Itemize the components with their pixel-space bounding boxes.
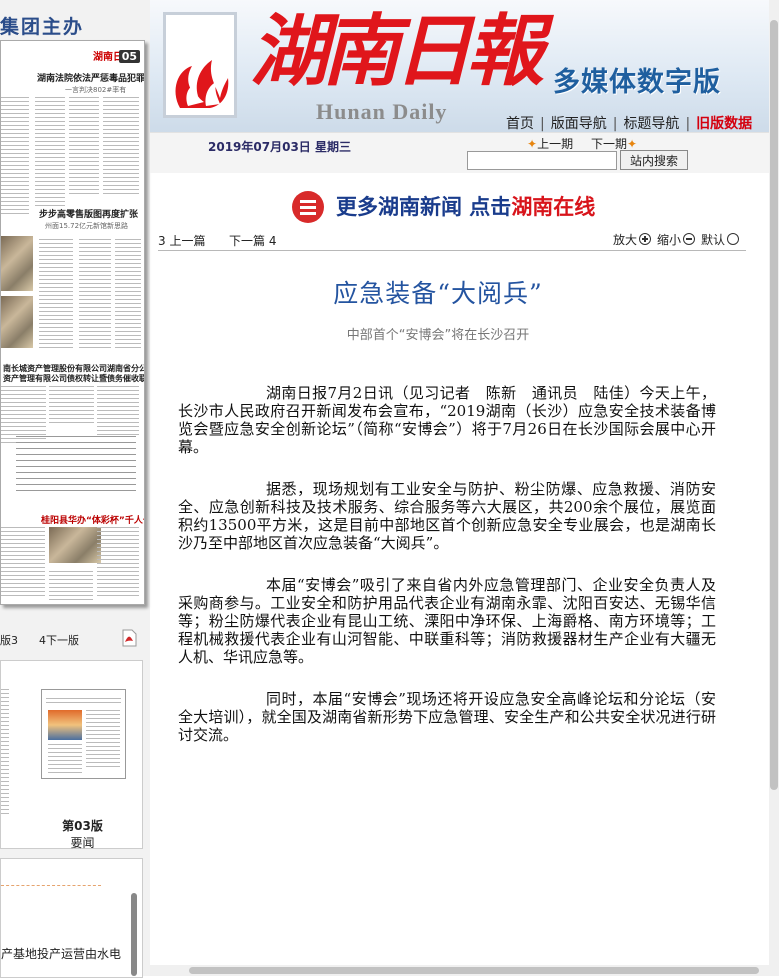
thumb-page-number: 05 bbox=[118, 50, 140, 63]
thumb-text-column bbox=[35, 97, 65, 207]
thumb-text-column bbox=[79, 239, 111, 349]
article-title: 应急装备“大阅兵” bbox=[333, 279, 543, 308]
news-list-box: 产基地投产运营由水电 bbox=[0, 858, 143, 978]
star-icon: ✦ bbox=[527, 137, 538, 151]
vertical-scrollbar-thumb[interactable] bbox=[770, 20, 778, 790]
thumb-text-column bbox=[86, 710, 120, 770]
thumb-text-column bbox=[103, 97, 139, 197]
issue-date: 2019年07月03日 星期三 bbox=[208, 140, 352, 154]
banner-logo-icon bbox=[292, 191, 324, 223]
nav-home[interactable]: 首页 bbox=[506, 116, 534, 132]
flame-logo-icon bbox=[175, 60, 229, 108]
thumb-text-column bbox=[1, 97, 29, 217]
star-icon: ✦ bbox=[627, 137, 638, 151]
article-paragraph: 据悉，现场规划有工业安全与防护、粉尘防爆、应急救援、消防安全、应急创新科技及技术… bbox=[178, 480, 716, 552]
prev-article-link[interactable]: 3 上一篇 bbox=[158, 232, 205, 249]
zoom-reset-button[interactable]: 默认 bbox=[701, 233, 745, 247]
article-body: 湖南日报7月2日讯（见习记者 陈新 通讯员 陆佳）今天上午，长沙市人民政府召开新… bbox=[178, 384, 716, 768]
thumb-headline: 步步高零售版图再度扩张 bbox=[39, 210, 139, 220]
banner-link[interactable]: 湖南在线 bbox=[511, 194, 595, 219]
mini-photo bbox=[48, 710, 82, 740]
left-scrollbar-thumb[interactable] bbox=[131, 893, 137, 976]
thumb-text-column bbox=[1, 527, 45, 597]
prev-page-link[interactable]: 版3 bbox=[0, 632, 18, 648]
thumb-table bbox=[16, 436, 136, 496]
thumb-photo bbox=[1, 236, 33, 291]
mini-page-thumbnail[interactable] bbox=[41, 689, 126, 779]
pdf-icon[interactable] bbox=[121, 629, 137, 647]
page-list-box: 第03版 要闻 bbox=[0, 660, 143, 851]
zoom-out-button[interactable]: 缩小 bbox=[657, 233, 701, 247]
thumb-photo bbox=[1, 296, 33, 348]
thumb-headline-lines bbox=[46, 698, 121, 704]
thumb-text-column bbox=[49, 571, 93, 601]
news-list-item[interactable]: 产基地投产运营由水电 bbox=[1, 945, 121, 962]
thumb-headline: 资产管理有限公司债权转让暨债务催收联合公告 bbox=[3, 374, 145, 383]
thumb-text-column bbox=[97, 527, 139, 597]
nav-old-data[interactable]: 旧版数据 bbox=[696, 116, 752, 132]
horizontal-scrollbar-thumb[interactable] bbox=[189, 967, 759, 974]
article-paragraph: 湖南日报7月2日讯（见习记者 陈新 通讯员 陆佳）今天上午，长沙市人民政府召开新… bbox=[178, 384, 716, 456]
brand-title: 湖南日報 bbox=[250, 6, 544, 97]
thumb-text-column bbox=[48, 744, 82, 774]
thumb-text-column bbox=[39, 239, 73, 349]
zoom-controls: 放大 缩小 默认 bbox=[613, 231, 745, 248]
banner-text: 更多湖南新闻 点击 bbox=[336, 194, 512, 219]
page-thumbnail[interactable]: 湖南日报 05 湖南法院依法严惩毒品犯罪 一言判决802#率有 步步高零售版图再… bbox=[0, 40, 145, 605]
promo-banner[interactable]: 更多湖南新闻 点击湖南在线 bbox=[292, 187, 622, 225]
article-subtitle: 中部首个“安博会”将在长沙召开 bbox=[346, 328, 530, 343]
mini-page-number: 第03版 bbox=[62, 819, 103, 833]
thumb-text-column bbox=[97, 386, 139, 436]
zoom-in-button[interactable]: 放大 bbox=[613, 233, 657, 247]
thumb-text-column bbox=[115, 239, 141, 349]
mini-page-name: 要闻 bbox=[70, 836, 95, 850]
divider bbox=[1, 885, 101, 886]
top-nav: 首页 | 版面导航 | 标题导航 | 旧版数据 bbox=[506, 116, 753, 132]
next-page-link[interactable]: 4下一版 bbox=[39, 632, 79, 648]
thumb-text-column bbox=[49, 386, 94, 426]
prev-issue-link[interactable]: ✦上一期 bbox=[527, 135, 573, 152]
nav-titles[interactable]: 标题导航 bbox=[623, 116, 679, 132]
search-input[interactable] bbox=[467, 151, 617, 170]
search-button[interactable]: 站内搜索 bbox=[620, 150, 688, 170]
group-title: 集团主办 bbox=[0, 16, 85, 38]
thumb-photo bbox=[49, 527, 101, 563]
nav-layout[interactable]: 版面导航 bbox=[551, 116, 607, 132]
thumb-headline: 湖南法院依法严惩毒品犯罪 bbox=[37, 74, 145, 84]
circle-icon bbox=[727, 233, 740, 245]
article-paragraph: 同时，本届“安博会”现场还将开设应急安全高峰论坛和分论坛（安全大培训），就全国及… bbox=[178, 690, 716, 744]
thumb-subhead: 一言判决802#率有 bbox=[65, 86, 127, 94]
digital-edition-title: 多媒体数字版 bbox=[553, 67, 721, 98]
divider bbox=[158, 250, 746, 251]
mini-page-edge bbox=[1, 689, 9, 817]
plus-icon bbox=[639, 233, 652, 245]
article-paragraph: 本届“安博会”吸引了来自省内外应急管理部门、企业安全负责人及采购商参与。工业安全… bbox=[178, 576, 716, 666]
minus-icon bbox=[683, 233, 696, 245]
brand-english: Hunan Daily bbox=[316, 99, 448, 124]
thumb-text-column bbox=[69, 97, 99, 197]
thumb-headline: 桂阳县华办“体彩杯”千人长跑赛 bbox=[41, 516, 144, 526]
next-article-link[interactable]: 下一篇 4 bbox=[229, 232, 276, 249]
thumb-subhead: 州面15.72亿元新馆新思路 bbox=[45, 222, 129, 230]
mini-page-label[interactable]: 第03版 要闻 bbox=[41, 817, 124, 851]
